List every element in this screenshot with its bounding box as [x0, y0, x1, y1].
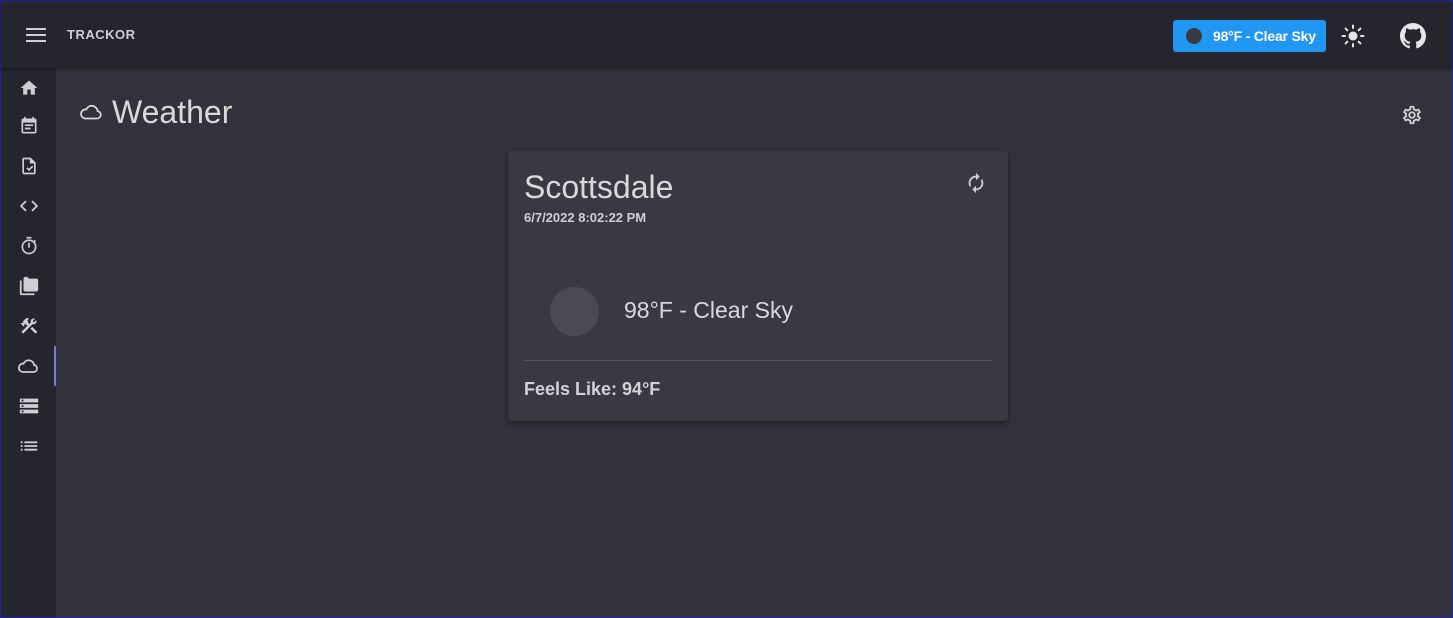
weather-card: Scottsdale 6/7/2022 8:02:22 PM 98°F - Cl… — [508, 151, 1008, 421]
sidebar-item-timer[interactable] — [1, 226, 56, 266]
github-icon[interactable] — [1399, 22, 1427, 50]
weather-chip-button[interactable]: 98°F - Clear Sky — [1173, 20, 1326, 52]
timer-icon — [21, 236, 36, 255]
calendar-icon — [21, 116, 36, 134]
feels-like: Feels Like: 94°F — [524, 379, 661, 399]
sidebar — [1, 68, 56, 617]
app-title: TRACKOR — [67, 27, 136, 42]
sidebar-item-list[interactable] — [1, 426, 56, 466]
weather-chip-label: 98°F - Clear Sky — [1213, 28, 1316, 44]
divider — [524, 360, 992, 361]
gear-icon[interactable] — [1400, 103, 1424, 127]
file-check-icon — [21, 157, 36, 175]
page-title: Weather — [112, 93, 233, 130]
sidebar-item-tasks[interactable] — [1, 146, 56, 186]
list-icon — [20, 441, 37, 451]
weather-condition-icon — [550, 287, 599, 336]
sidebar-item-home[interactable] — [1, 68, 56, 108]
weather-condition: 98°F - Clear Sky — [624, 297, 793, 323]
page-header: Weather — [78, 92, 232, 132]
refresh-icon[interactable] — [964, 171, 988, 195]
code-icon — [19, 200, 38, 212]
sidebar-item-tools[interactable] — [1, 306, 56, 346]
storage-icon — [19, 398, 38, 414]
app-bar: TRACKOR 98°F - Clear Sky — [1, 1, 1452, 68]
tools-icon — [20, 318, 37, 334]
home-icon — [20, 80, 37, 95]
sidebar-item-code[interactable] — [1, 186, 56, 226]
folder-icon — [19, 276, 38, 296]
cloud-icon — [17, 359, 38, 373]
cloud-icon — [80, 104, 102, 120]
brightness-icon[interactable] — [1340, 23, 1366, 49]
sidebar-item-storage[interactable] — [1, 386, 56, 426]
sidebar-item-calendar[interactable] — [1, 106, 56, 146]
sidebar-item-folders[interactable] — [1, 266, 56, 306]
menu-icon[interactable] — [23, 23, 49, 47]
weather-timestamp: 6/7/2022 8:02:22 PM — [524, 210, 647, 225]
city-name: Scottsdale — [524, 169, 674, 205]
weather-condition-icon — [1186, 28, 1202, 44]
sidebar-item-weather[interactable] — [1, 346, 56, 386]
